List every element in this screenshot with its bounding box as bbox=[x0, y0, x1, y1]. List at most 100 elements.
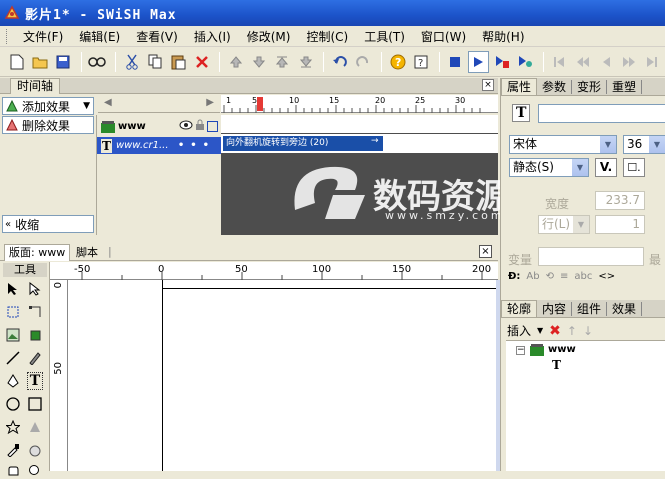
row-select[interactable]: 行(L) ▼ bbox=[538, 215, 590, 234]
dropdown-arrow-icon[interactable]: ▼ bbox=[537, 326, 543, 335]
visibility-eye-icon[interactable] bbox=[179, 120, 193, 133]
subselect-tool-icon[interactable] bbox=[26, 280, 44, 298]
tab-properties[interactable]: 属性 bbox=[501, 78, 538, 95]
pencil-tool-icon[interactable] bbox=[26, 349, 44, 367]
play-timeline-icon[interactable] bbox=[491, 51, 512, 73]
save-icon[interactable] bbox=[53, 51, 74, 73]
name-field[interactable] bbox=[538, 104, 665, 123]
html-icon[interactable]: <> bbox=[598, 271, 615, 282]
script-tab[interactable]: 脚本 bbox=[76, 245, 98, 261]
rewind-icon[interactable] bbox=[572, 51, 593, 73]
transform-tool-icon[interactable] bbox=[4, 303, 22, 321]
menu-modify[interactable]: 修改(M) bbox=[239, 28, 299, 45]
star-tool-icon[interactable] bbox=[4, 418, 22, 436]
playhead-marker[interactable] bbox=[257, 97, 263, 111]
italic-button[interactable]: ☐. bbox=[623, 158, 645, 177]
text-tool-icon[interactable]: T bbox=[26, 372, 44, 390]
layer-row-text[interactable]: T www.cr1... ••• bbox=[97, 137, 221, 154]
menu-control[interactable]: 控制(C) bbox=[298, 28, 356, 45]
insert-label[interactable]: 插入 bbox=[507, 322, 531, 339]
fill-tool-icon[interactable] bbox=[26, 441, 44, 459]
layout-tab[interactable]: 版面: www bbox=[4, 244, 71, 261]
text-ab-icon[interactable]: Ab bbox=[526, 271, 539, 282]
last-frame-icon[interactable] bbox=[642, 51, 663, 73]
move-top-icon[interactable] bbox=[272, 51, 293, 73]
select-tool-icon[interactable] bbox=[4, 280, 22, 298]
tab-effects[interactable]: 效果 bbox=[607, 301, 643, 316]
paste-icon[interactable] bbox=[168, 51, 189, 73]
menu-tools[interactable]: 工具(T) bbox=[356, 28, 413, 45]
list-icon[interactable]: ≡ bbox=[560, 271, 568, 282]
move-up-icon[interactable] bbox=[225, 51, 246, 73]
menu-window[interactable]: 窗口(W) bbox=[413, 28, 474, 45]
collapse-button[interactable]: « 收缩 bbox=[2, 215, 94, 233]
copy-icon[interactable] bbox=[144, 51, 165, 73]
layer-row-scene[interactable]: www bbox=[97, 118, 221, 135]
menu-edit[interactable]: 编辑(E) bbox=[71, 28, 128, 45]
context-help-icon[interactable]: ? bbox=[410, 51, 431, 73]
lock-icon[interactable] bbox=[195, 119, 205, 134]
menu-file[interactable]: 文件(F) bbox=[15, 28, 71, 45]
preview-glasses-icon[interactable] bbox=[87, 51, 108, 73]
outline-box-icon[interactable] bbox=[207, 121, 218, 132]
cut-icon[interactable] bbox=[121, 51, 142, 73]
ellipse-tool-icon[interactable] bbox=[4, 395, 22, 413]
tab-outline[interactable]: 轮廓 bbox=[501, 300, 538, 317]
hand-tool-icon[interactable] bbox=[4, 461, 22, 479]
font-name-select[interactable]: 宋体 ▼ bbox=[509, 135, 617, 154]
effect-bar[interactable]: 向外翻机旋转到旁边 (20) bbox=[223, 136, 383, 151]
add-effect-dropdown[interactable]: 添加效果 ▼ bbox=[2, 97, 94, 115]
variable-field[interactable] bbox=[538, 247, 644, 266]
line-tool-icon[interactable] bbox=[4, 349, 22, 367]
stage-scrollbar[interactable] bbox=[496, 280, 500, 471]
first-frame-icon[interactable] bbox=[549, 51, 570, 73]
redo-icon[interactable] bbox=[353, 51, 374, 73]
pen-tool-icon[interactable] bbox=[4, 372, 22, 390]
undo-icon[interactable] bbox=[329, 51, 350, 73]
scroll-left-icon[interactable]: ◀ bbox=[104, 97, 112, 108]
dropper-tool-icon[interactable] bbox=[4, 441, 22, 459]
stage-close-icon[interactable]: × bbox=[479, 245, 492, 258]
row-field[interactable]: 1 bbox=[595, 215, 645, 234]
rectangle-tool-icon[interactable] bbox=[26, 395, 44, 413]
tab-content[interactable]: 内容 bbox=[537, 301, 573, 316]
text-type-select[interactable]: 静态(S) ▼ bbox=[509, 158, 589, 177]
move-bottom-icon[interactable] bbox=[295, 51, 316, 73]
menu-insert[interactable]: 插入(I) bbox=[186, 28, 239, 45]
tree-collapse-icon[interactable]: − bbox=[516, 346, 525, 355]
link-icon[interactable]: ⟲ bbox=[546, 271, 554, 282]
new-file-icon[interactable] bbox=[6, 51, 27, 73]
remove-effect-button[interactable]: 删除效果 bbox=[2, 116, 94, 134]
reshape-tool-icon[interactable] bbox=[26, 303, 44, 321]
bold-button[interactable]: V. bbox=[595, 158, 617, 177]
crop-tool-icon[interactable] bbox=[26, 326, 44, 344]
text-box-icon[interactable]: Ð: bbox=[508, 271, 520, 282]
tree-child-text[interactable]: T bbox=[552, 358, 561, 372]
play-scene-icon[interactable] bbox=[514, 51, 535, 73]
tab-components[interactable]: 组件 bbox=[572, 301, 608, 316]
move-up-icon[interactable]: ↑ bbox=[567, 324, 577, 338]
tab-reshape[interactable]: 重塑 bbox=[607, 79, 643, 94]
tab-parameters[interactable]: 参数 bbox=[537, 79, 573, 94]
delete-icon[interactable]: ✖ bbox=[549, 323, 561, 339]
forward-icon[interactable] bbox=[619, 51, 640, 73]
tree-root-label[interactable]: www bbox=[548, 344, 576, 355]
timeline-close-icon[interactable]: × bbox=[482, 79, 494, 91]
step-back-icon[interactable] bbox=[595, 51, 616, 73]
font-size-field[interactable]: 36 ▼ bbox=[623, 135, 665, 154]
move-down-icon[interactable]: ↓ bbox=[583, 324, 593, 338]
move-down-icon[interactable] bbox=[249, 51, 270, 73]
play-icon[interactable] bbox=[467, 50, 490, 73]
charset-icon[interactable]: abc bbox=[574, 271, 592, 282]
tab-transform[interactable]: 变形 bbox=[572, 79, 608, 94]
zoom-tool-icon[interactable] bbox=[26, 461, 44, 479]
stop-icon[interactable] bbox=[445, 51, 466, 73]
width-field[interactable]: 233.7 bbox=[595, 191, 645, 210]
menu-help[interactable]: 帮助(H) bbox=[474, 28, 532, 45]
stage-canvas[interactable] bbox=[68, 280, 496, 471]
menu-view[interactable]: 查看(V) bbox=[128, 28, 186, 45]
help-icon[interactable]: ? bbox=[387, 51, 408, 73]
delete-icon[interactable] bbox=[191, 51, 212, 73]
scroll-right-icon[interactable]: ▶ bbox=[206, 97, 214, 108]
timeline-tab[interactable]: 时间轴 bbox=[10, 78, 61, 94]
